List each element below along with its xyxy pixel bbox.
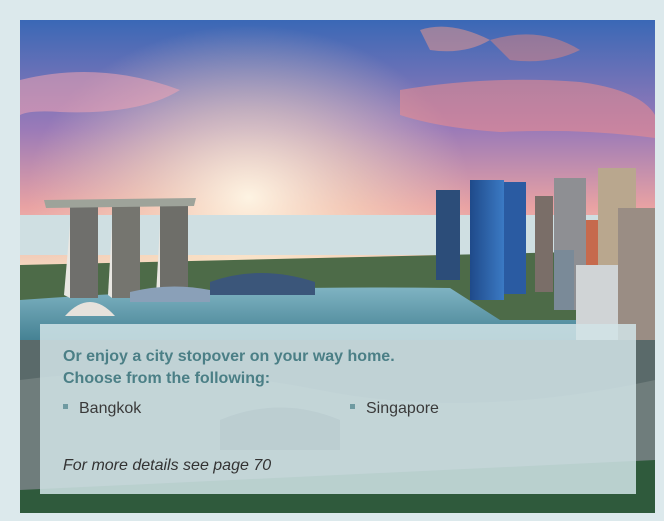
city-item-singapore: Singapore — [350, 399, 439, 419]
stopover-info-panel: Or enjoy a city stopover on your way hom… — [40, 324, 636, 494]
square-bullet-icon — [350, 404, 355, 410]
square-bullet-icon — [63, 404, 68, 410]
city-item-bangkok: Bangkok — [63, 399, 141, 419]
page-reference-note: For more details see page 70 — [63, 457, 272, 474]
heading-line-2: Choose from the following: — [63, 370, 271, 387]
city-name: Bangkok — [79, 400, 142, 417]
stopover-heading: Or enjoy a city stopover on your way hom… — [63, 346, 395, 390]
brochure-page: Or enjoy a city stopover on your way hom… — [0, 0, 664, 521]
city-name: Singapore — [366, 400, 439, 417]
heading-line-1: Or enjoy a city stopover on your way hom… — [63, 348, 395, 365]
